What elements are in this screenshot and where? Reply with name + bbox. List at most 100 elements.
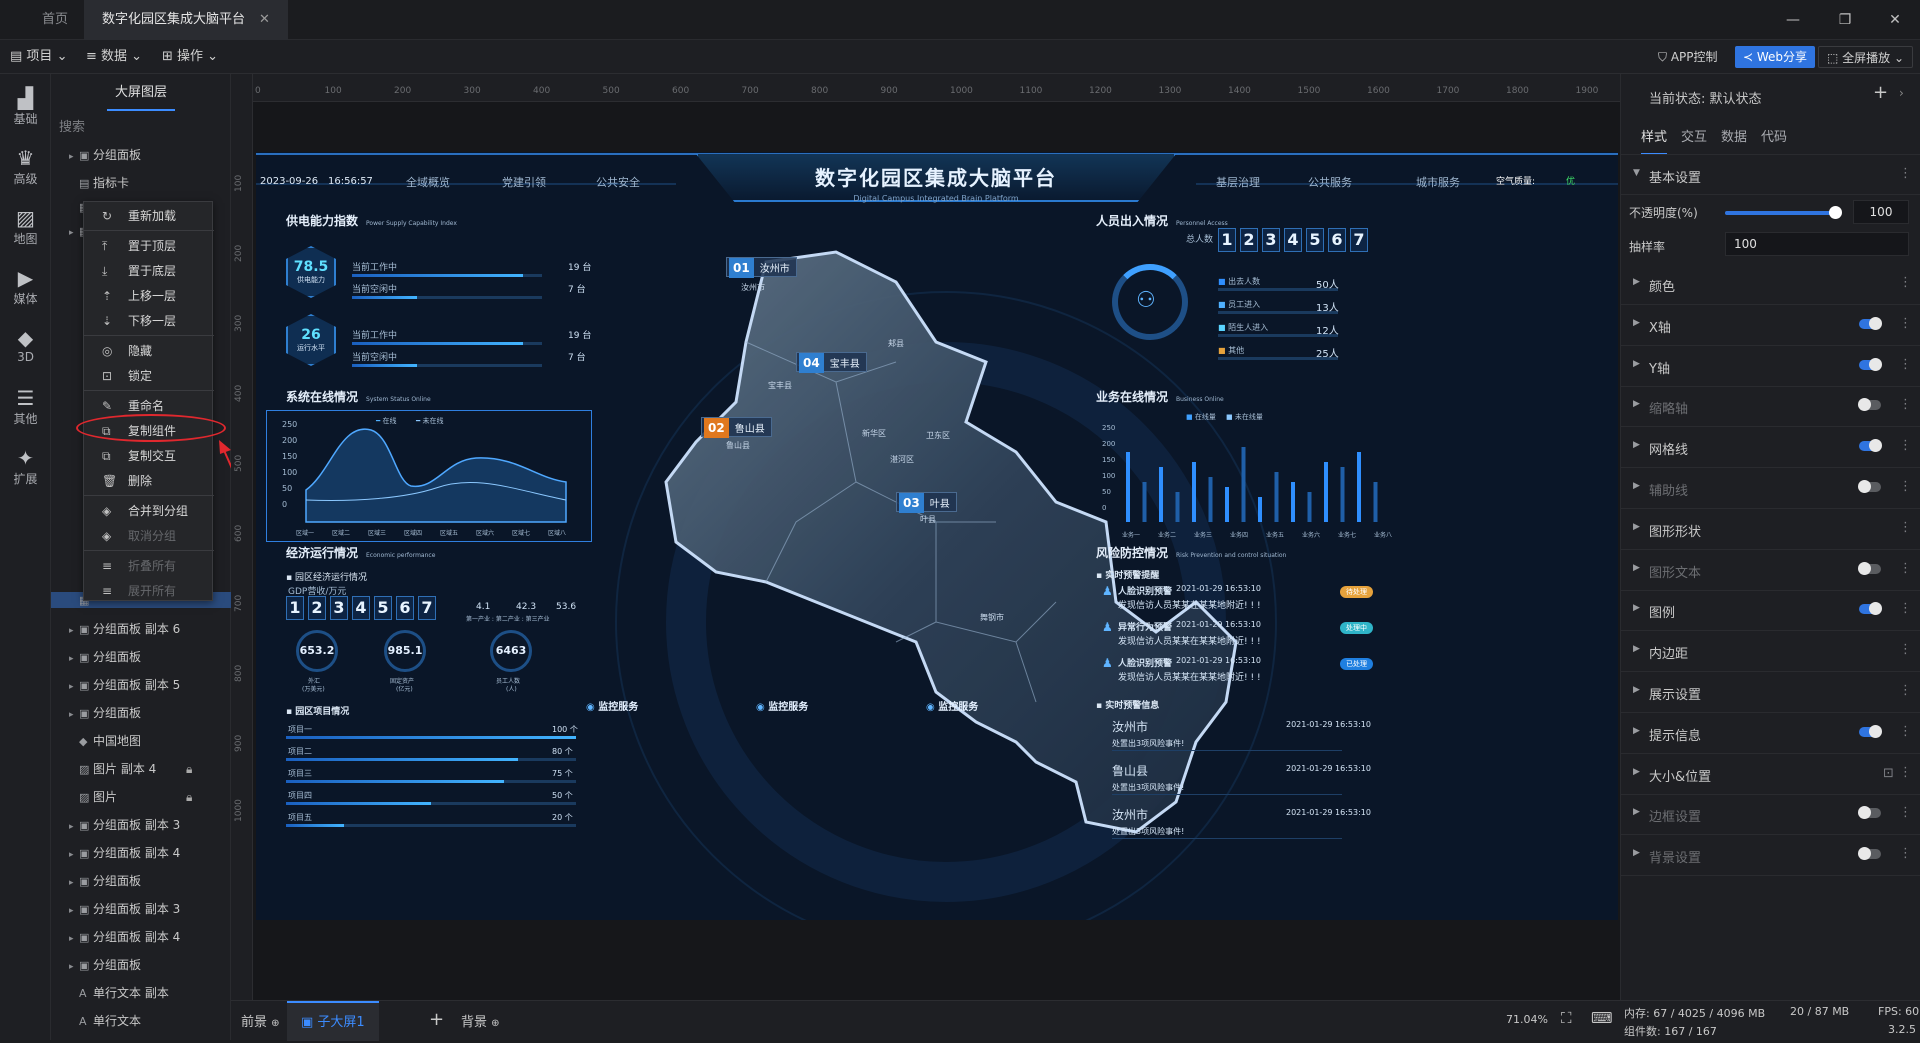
- layer-item[interactable]: ▸ ▣ 分组面板 副本 6: [51, 616, 231, 642]
- minimize-button[interactable]: —: [1770, 0, 1816, 40]
- zoom-level[interactable]: 71.04%: [1506, 1013, 1548, 1026]
- lock-icon[interactable]: 🔒︎: [186, 756, 192, 782]
- layer-item[interactable]: A 单行文本: [51, 1008, 231, 1034]
- map-badge-04[interactable]: 04 宝丰县: [796, 352, 867, 373]
- status-tag[interactable]: 处理中: [1340, 622, 1373, 634]
- more-icon[interactable]: ⋮: [1899, 397, 1912, 412]
- setting-辅助线[interactable]: ▶ 辅助线 ⋮: [1621, 468, 1920, 509]
- monitor-service-button[interactable]: ◉ 监控服务: [756, 698, 808, 713]
- menu-delete[interactable]: 🗑︎ 删除: [84, 469, 214, 493]
- more-icon[interactable]: ⋮: [1899, 601, 1912, 616]
- setting-大小&位置[interactable]: ▶ 大小&位置 ⊡ ⋮: [1621, 754, 1920, 795]
- toggle-switch[interactable]: [1858, 561, 1881, 575]
- toggle-switch[interactable]: [1859, 316, 1882, 330]
- fit-screen-icon[interactable]: ⛶: [1561, 1009, 1572, 1027]
- nav-city-service[interactable]: 城市服务: [1416, 174, 1460, 190]
- status-tag[interactable]: 已处理: [1340, 658, 1373, 670]
- app-control-button[interactable]: ⛉ APP控制: [1650, 46, 1726, 68]
- more-icon[interactable]: ⋮: [1899, 846, 1912, 861]
- more-icon[interactable]: ⋮: [1899, 724, 1912, 739]
- setting-图例[interactable]: ▶ 图例 ⋮: [1621, 590, 1920, 632]
- more-icon[interactable]: ⋮: [1899, 357, 1912, 372]
- layer-item[interactable]: ▨ 图片 🔒︎: [51, 784, 231, 810]
- menu-hide[interactable]: ◎ 隐藏: [84, 339, 214, 363]
- dashboard-canvas[interactable]: 数字化园区集成大脑平台 Digital Campus Integrated Br…: [256, 152, 1618, 920]
- lock-icon[interactable]: 🔒︎: [186, 784, 192, 810]
- setting-展示设置[interactable]: ▶ 展示设置 ⋮: [1621, 672, 1920, 713]
- setting-图形形状[interactable]: ▶ 图形形状 ⋮: [1621, 509, 1920, 550]
- menu-lock[interactable]: ⊡ 锁定: [84, 364, 214, 388]
- menu-move-up[interactable]: ⇡ 上移一层: [84, 284, 214, 308]
- toggle-switch[interactable]: [1858, 806, 1881, 820]
- layer-item[interactable]: ▸ ▣ 分组面板 副本 3: [51, 812, 231, 838]
- setting-缩略轴[interactable]: ▶ 缩略轴 ⋮: [1621, 386, 1920, 428]
- add-state-button[interactable]: +: [1873, 82, 1888, 103]
- close-window-button[interactable]: ✕: [1872, 0, 1918, 40]
- tab-project[interactable]: 数字化园区集成大脑平台 ✕: [84, 0, 288, 40]
- tab-data[interactable]: 数据: [1721, 126, 1747, 145]
- layer-item[interactable]: ▸ ▣ 分组面板: [51, 700, 231, 726]
- nav-governance[interactable]: 基层治理: [1216, 174, 1260, 190]
- setting-图形文本[interactable]: ▶ 图形文本 ⋮: [1621, 550, 1920, 591]
- category-advanced[interactable]: ♛ 高级: [0, 146, 51, 187]
- layer-item[interactable]: ▤ 指标卡: [51, 170, 231, 196]
- category-3d[interactable]: ◆ 3D: [0, 326, 51, 364]
- category-extend[interactable]: ✦ 扩展: [0, 446, 51, 487]
- tab-sub-screen[interactable]: ▣ 子大屏1: [287, 1001, 379, 1041]
- menu-operation[interactable]: ⊞ 操作 ⌄: [162, 40, 218, 74]
- layer-item[interactable]: ▸ ▣ 分组面板: [51, 644, 231, 670]
- layer-item[interactable]: ▸ ▣ 分组面板: [51, 952, 231, 978]
- toggle-switch[interactable]: [1859, 357, 1882, 371]
- map-badge-03[interactable]: 03 叶县: [896, 492, 957, 513]
- layer-search-input[interactable]: 搜索: [59, 116, 85, 135]
- sample-rate-input[interactable]: 100: [1725, 232, 1909, 256]
- category-other[interactable]: ☰ 其他: [0, 386, 51, 427]
- layer-item[interactable]: A 单行文本 副本: [51, 980, 231, 1006]
- lock-icon[interactable]: ⊡: [1883, 766, 1894, 781]
- layer-item[interactable]: ◆ 中国地图: [51, 728, 231, 754]
- more-icon[interactable]: ⋮: [1899, 275, 1912, 290]
- setting-X轴[interactable]: ▶ X轴 ⋮: [1621, 305, 1920, 346]
- setting-内边距[interactable]: ▶ 内边距 ⋮: [1621, 631, 1920, 673]
- setting-Y轴[interactable]: ▶ Y轴 ⋮: [1621, 346, 1920, 387]
- tab-style[interactable]: 样式: [1641, 126, 1668, 155]
- nav-party[interactable]: 党建引领: [502, 174, 546, 190]
- more-icon[interactable]: ⋮: [1899, 316, 1912, 331]
- menu-bring-to-front[interactable]: ⤒ 置于顶层: [84, 234, 214, 258]
- more-icon[interactable]: ⋮: [1899, 479, 1912, 494]
- layer-item[interactable]: ▸ ▣ 分组面板: [51, 868, 231, 894]
- fullscreen-play-button[interactable]: ⬚ 全屏播放 ⌄: [1818, 46, 1914, 68]
- more-icon[interactable]: ⋮: [1899, 520, 1912, 535]
- setting-边框设置[interactable]: ▶ 边框设置 ⋮: [1621, 794, 1920, 836]
- nav-public-service[interactable]: 公共服务: [1308, 174, 1352, 190]
- layer-item[interactable]: ▸ ▣ 分组面板 副本 4: [51, 924, 231, 950]
- menu-merge-group[interactable]: ◈ 合并到分组: [84, 499, 214, 523]
- setting-提示信息[interactable]: ▶ 提示信息 ⋮: [1621, 713, 1920, 754]
- tab-home[interactable]: 首页: [24, 0, 86, 40]
- tab-code[interactable]: 代码: [1761, 126, 1787, 145]
- more-icon[interactable]: ⋮: [1899, 765, 1912, 780]
- setting-网格线[interactable]: ▶ 网格线 ⋮: [1621, 427, 1920, 469]
- nav-overview[interactable]: 全域概览: [406, 174, 450, 190]
- tab-background[interactable]: 背景 ⊕: [461, 1011, 500, 1030]
- monitor-service-button[interactable]: ◉ 监控服务: [586, 698, 638, 713]
- opacity-slider[interactable]: [1725, 206, 1842, 219]
- setting-背景设置[interactable]: ▶ 背景设置 ⋮: [1621, 835, 1920, 877]
- layer-item[interactable]: ▸ ▣ 分组面板 副本 4: [51, 840, 231, 866]
- menu-send-to-back[interactable]: ⤓ 置于底层: [84, 259, 214, 283]
- tab-foreground[interactable]: 前景 ⊕: [241, 1011, 280, 1030]
- toggle-switch[interactable]: [1858, 398, 1881, 412]
- keyboard-icon[interactable]: ⌨: [1591, 1009, 1613, 1027]
- monitor-service-button[interactable]: ◉ 监控服务: [926, 698, 978, 713]
- more-icon[interactable]: ⋮: [1899, 805, 1912, 820]
- add-circle-icon[interactable]: ⊕: [491, 1018, 499, 1029]
- add-screen-button[interactable]: +: [429, 1009, 444, 1030]
- toggle-switch[interactable]: [1858, 847, 1881, 861]
- toggle-switch[interactable]: [1858, 480, 1881, 493]
- more-icon[interactable]: ⋮: [1899, 683, 1912, 698]
- layer-item[interactable]: ▸ ▣ 分组面板 副本 5: [51, 672, 231, 698]
- map-badge-01[interactable]: 01 汝州市: [726, 257, 797, 278]
- close-tab-icon[interactable]: ✕: [259, 12, 270, 27]
- layer-item[interactable]: ▸ ▣ 分组面板 副本 3: [51, 896, 231, 922]
- setting-颜色[interactable]: ▶ 颜色 ⋮: [1621, 264, 1920, 305]
